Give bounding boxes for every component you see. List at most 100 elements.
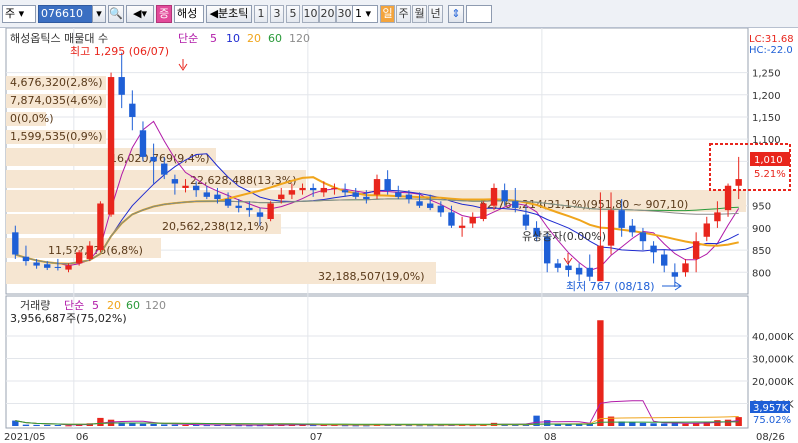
candle-body <box>575 267 583 275</box>
candle-body <box>405 194 413 200</box>
extra-input[interactable] <box>466 5 492 23</box>
candle-body <box>75 252 83 264</box>
candle-body <box>416 201 423 206</box>
profile-label: 32,188,507(19,0%) <box>318 270 425 283</box>
candle-body <box>288 190 296 195</box>
period-tab-3[interactable]: 년 <box>428 5 443 23</box>
date-axis: 2021/05 06 07 08 08/26 <box>4 432 785 443</box>
period-tab-2[interactable]: 월 <box>412 5 427 23</box>
candle-body <box>586 267 593 277</box>
candle-body <box>331 187 338 189</box>
count-value: 1 <box>355 7 362 20</box>
candle-body <box>490 187 498 206</box>
volume-bar <box>629 422 636 426</box>
stock-name: 해성 <box>174 5 204 23</box>
candle-body <box>171 179 179 184</box>
candle-body <box>161 163 168 175</box>
stock-code-value: 076610 <box>41 7 83 20</box>
date-tick-label: 08/26 <box>756 432 785 443</box>
candle-body <box>639 232 647 242</box>
candle-body <box>256 212 264 217</box>
date-tick-label: 06 <box>76 432 89 443</box>
interval-button-20[interactable]: 20 <box>319 5 336 23</box>
candle-body <box>299 187 306 191</box>
candle-body <box>65 265 72 270</box>
candle-body <box>118 77 125 95</box>
high-annotation: 최고 1,295 (06/07) <box>70 45 169 58</box>
candle-body <box>86 245 93 259</box>
candle-body <box>352 192 359 197</box>
volume-bar <box>54 424 62 426</box>
candle-body <box>97 203 104 251</box>
candle-body <box>320 187 328 193</box>
candle-body <box>714 212 721 222</box>
volume-info-line: 3,956,687주(75,02%) <box>10 312 127 325</box>
candle-body <box>522 214 530 226</box>
interval-button-1[interactable]: 1 <box>254 5 268 23</box>
date-tick-label: 07 <box>310 432 323 443</box>
candle-body <box>192 185 200 191</box>
stock-badge: 증 <box>156 5 172 23</box>
candle-body <box>437 205 445 213</box>
toolbar: 주 ▾ 076610 ▾ 🔍 ◀▾ 증 해성 ◀분초틱 1 3 5 10 20 30 1 … <box>0 0 798 28</box>
period-tab-0[interactable]: 일 <box>380 5 395 23</box>
volume-bar <box>171 424 179 426</box>
code-dropdown-button[interactable]: ▾ <box>92 5 106 23</box>
candle-body <box>224 199 232 206</box>
candle-body <box>182 185 189 188</box>
date-tick-label: 08 <box>544 432 557 443</box>
candle-body <box>607 210 615 246</box>
interval-button-5[interactable]: 5 <box>286 5 300 23</box>
chart-svg[interactable]: 4,676,320(2,8%) 7,874,035(4,6%) 0(0,0%) 1,5… <box>0 27 798 443</box>
sort-arrows-icon[interactable]: ⇕ <box>448 5 464 23</box>
volume-legend-ma-label: 단순 <box>64 299 84 312</box>
candle-body <box>661 254 668 266</box>
candle-body <box>150 156 157 162</box>
candle-body <box>650 245 657 253</box>
legend-ma5: 5 <box>210 32 217 45</box>
candle-body <box>246 207 253 211</box>
volume-legend-ma5: 5 <box>92 299 99 312</box>
volume-axis: 40,000K30,000K20,000K10,000K <box>752 332 794 411</box>
volume-legend-title: 거래량 <box>20 299 50 312</box>
legend-ma10: 10 <box>226 32 240 45</box>
period-tab-1[interactable]: 주 <box>396 5 411 23</box>
candle-body <box>565 265 572 271</box>
interval-button-3[interactable]: 3 <box>270 5 284 23</box>
volume-bar <box>150 423 157 426</box>
profile-label: 4,676,320(2,8%) <box>10 76 103 89</box>
volume-tick-label: 20,000K <box>752 377 794 388</box>
interval-button-30[interactable]: 30 <box>336 5 353 23</box>
volume-bar <box>565 424 572 426</box>
candle-body <box>107 77 115 215</box>
market-select[interactable]: 주 ▾ <box>2 5 36 23</box>
price-legend-ma-label: 단순 <box>178 32 198 45</box>
candle-body <box>597 245 604 282</box>
candle-body <box>214 194 221 200</box>
price-tick-label: 850 <box>752 246 771 257</box>
candle-body <box>54 266 62 268</box>
lc-label: LC:31.68 <box>749 34 794 45</box>
candle-body <box>426 203 434 208</box>
candle-body <box>373 179 381 195</box>
price-tick-label: 950 <box>752 202 771 213</box>
candle-body <box>448 212 455 226</box>
volume-bar <box>33 424 40 426</box>
candle-body <box>363 196 370 200</box>
count-select[interactable]: 1 ▾ <box>352 5 378 23</box>
candle-body <box>384 179 391 191</box>
chart-area: 4,676,320(2,8%) 7,874,035(4,6%) 0(0,0%) 1,5… <box>0 27 798 443</box>
candle-body <box>341 190 349 193</box>
profile-label: 7,874,035(4,6%) <box>10 94 103 107</box>
profile-label: 20,562,238(12,1%) <box>162 220 269 233</box>
current-price: 1,010 <box>754 155 783 166</box>
interval-button-10[interactable]: 10 <box>302 5 319 23</box>
candle-body <box>139 130 147 157</box>
candle-body <box>395 192 402 197</box>
period-tick-button[interactable]: ◀분초틱 <box>206 5 252 23</box>
profile-label: 1,599,535(0,9%) <box>10 130 103 143</box>
candle-body <box>267 203 274 220</box>
search-icon[interactable]: 🔍 <box>108 5 124 23</box>
candle-body <box>692 241 700 259</box>
sound-icon[interactable]: ◀▾ <box>126 5 154 23</box>
